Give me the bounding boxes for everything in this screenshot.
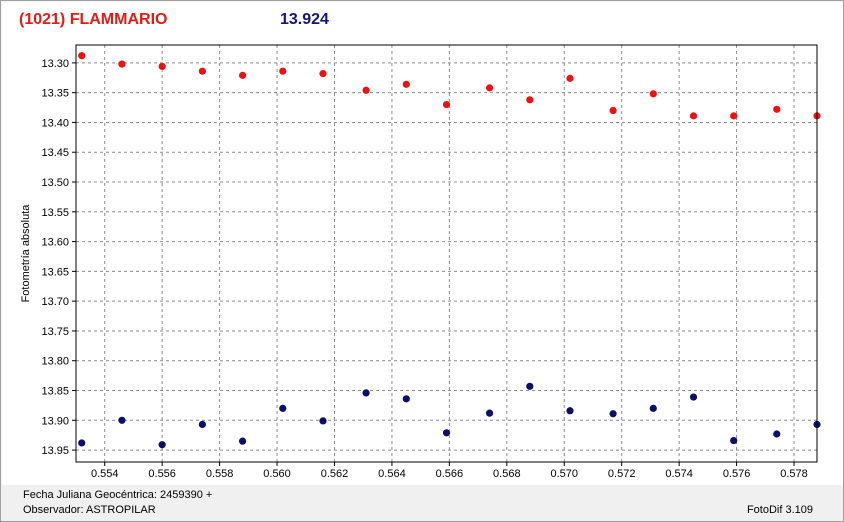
x-tick-label: 0.576 (723, 468, 751, 480)
x-tick-label: 0.566 (436, 468, 464, 480)
comparison-point (485, 409, 494, 417)
target-point (526, 96, 534, 104)
target-point (279, 67, 287, 75)
target-point (566, 74, 574, 82)
x-tick-label: 0.578 (780, 468, 808, 480)
target-point (118, 60, 126, 68)
y-tick-label: 13.85 (41, 386, 69, 398)
comparison-point (730, 436, 738, 445)
comparison-point (609, 410, 617, 418)
comparison-point (198, 420, 206, 429)
target-point (730, 112, 738, 120)
target-point (362, 86, 370, 94)
comparison-point (78, 439, 86, 447)
comparison-point (442, 429, 451, 437)
comparison-point (566, 407, 574, 415)
plot-panel: (1021) FLAMMARIO 13.924 0.554 0.556 0.558 0… (2, 2, 843, 485)
x-tick-label: 0.556 (148, 468, 176, 480)
x-tick-label: 0.574 (665, 468, 693, 480)
target-point (402, 80, 410, 88)
y-tick-label: 13.30 (41, 58, 69, 70)
target-point (689, 112, 698, 120)
y-tick-label: 13.40 (41, 117, 69, 129)
comparison-point (773, 430, 781, 438)
y-axis-label: Fotometría absoluta (20, 204, 32, 303)
y-tick-label: 13.90 (41, 415, 69, 427)
comparison-point (402, 395, 410, 403)
julian-date-value: 2459390 + (159, 489, 213, 501)
app-window: (1021) FLAMMARIO 13.924 0.554 0.556 0.558 0… (0, 0, 844, 522)
target-point (609, 106, 617, 115)
target-point (78, 52, 86, 60)
app-version: FotoDif 3.109 (746, 504, 813, 516)
y-tick-label: 13.65 (41, 266, 69, 278)
y-tick-label: 13.70 (41, 296, 69, 308)
julian-date-line: Fecha Juliana Geocéntrica: 2459390 + (23, 489, 212, 501)
y-tick-label: 13.75 (41, 326, 69, 338)
target-point (485, 84, 494, 92)
x-tick-label: 0.562 (321, 468, 349, 480)
target-point (773, 105, 781, 113)
comparison-point (118, 416, 126, 424)
target-point (198, 67, 206, 75)
y-tick-label: 13.50 (41, 177, 69, 189)
x-tick-label: 0.560 (263, 468, 291, 480)
y-tick-label: 13.80 (41, 356, 69, 368)
observer-line: Observador: ASTROPILAR (23, 504, 156, 516)
y-tick-label: 13.60 (41, 237, 69, 249)
observer-value: ASTROPILAR (85, 504, 156, 516)
x-tick-label: 0.572 (608, 468, 636, 480)
x-tick-label: 0.558 (206, 468, 234, 480)
comparison-point (238, 437, 247, 445)
comparison-point (362, 389, 370, 397)
target-point (649, 90, 657, 98)
comparison-point (319, 417, 327, 425)
x-tick-label: 0.564 (378, 468, 406, 480)
target-point (158, 62, 166, 71)
comparison-point (158, 441, 166, 449)
y-tick-label: 13.95 (41, 445, 69, 457)
comparison-point (279, 404, 287, 412)
y-tick-label: 13.55 (41, 207, 69, 219)
julian-date-label: Fecha Juliana Geocéntrica: (23, 489, 157, 501)
comparison-point (526, 382, 534, 390)
y-tick-label: 13.35 (41, 88, 69, 100)
x-tick-label: 0.568 (493, 468, 521, 480)
x-tick-label: 0.570 (550, 468, 578, 480)
observer-label: Observador: (23, 504, 84, 516)
x-tick-label: 0.554 (91, 468, 119, 480)
comparison-point (689, 393, 698, 401)
light-curve-chart: 0.554 0.556 0.558 0.560 0.562 0.564 0.566 0.568… (20, 44, 821, 480)
target-point (319, 69, 327, 78)
target-point (442, 100, 451, 109)
status-footer: Fecha Juliana Geocéntrica: 2459390 + Obs… (1, 485, 843, 521)
target-point (238, 71, 247, 79)
y-tick-label: 13.45 (41, 147, 69, 159)
comparison-point (649, 404, 657, 412)
